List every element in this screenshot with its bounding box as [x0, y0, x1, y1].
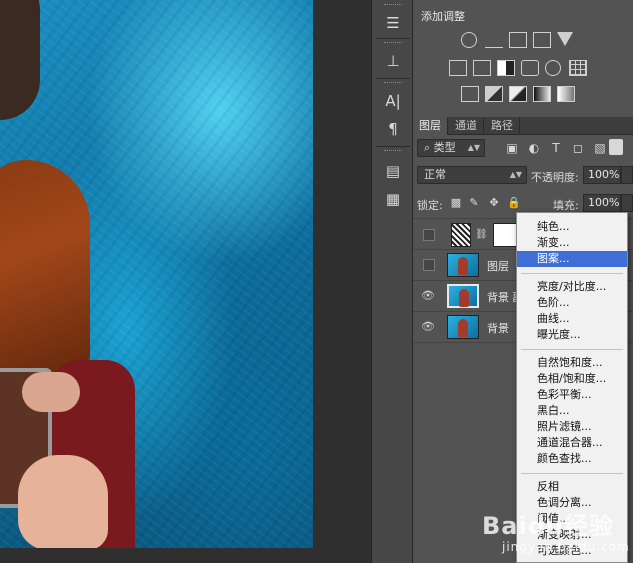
menu-item-black-white[interactable]: 黑白... — [517, 403, 627, 419]
menu-item-channel-mixer[interactable]: 通道混合器... — [517, 435, 627, 451]
menu-item-solid-color[interactable]: 纯色... — [517, 219, 627, 235]
opacity-input[interactable]: 100% — [583, 166, 621, 184]
brightness-icon[interactable] — [461, 32, 477, 48]
menu-item-pattern[interactable]: 图案... — [517, 251, 627, 267]
layer-name: 图层 — [487, 260, 509, 273]
link-icon: ⛓ — [475, 229, 488, 240]
vibrance-icon[interactable] — [557, 32, 573, 46]
threshold-icon[interactable] — [509, 86, 527, 102]
layer-filter-label: 类型 — [433, 141, 456, 154]
layer-comps-icon[interactable]: ▦ — [380, 188, 406, 210]
menu-divider — [521, 473, 623, 474]
menu-item-brightness-contrast[interactable]: 亮度/对比度... — [517, 279, 627, 295]
layer-filter-row: ⌕ 类型 ▲▼ ▣ ◐ T ◻ ▧ — [413, 136, 633, 160]
dock-grip[interactable] — [384, 4, 402, 7]
gradient-map-icon[interactable] — [533, 86, 551, 102]
dock-divider — [376, 38, 410, 39]
layer-name: 背景 — [487, 322, 509, 335]
blend-mode-select[interactable]: 正常 ▲▼ — [417, 166, 527, 184]
filter-toggle[interactable] — [609, 139, 623, 155]
menu-item-hue-saturation[interactable]: 色相/饱和度... — [517, 371, 627, 387]
exposure-icon[interactable] — [533, 32, 551, 48]
levels-icon[interactable] — [485, 32, 503, 48]
channel-mixer-icon[interactable] — [545, 60, 561, 76]
tab-channels[interactable]: 通道 — [449, 117, 484, 135]
layer-filter-select[interactable]: ⌕ 类型 ▲▼ — [417, 139, 485, 157]
menu-divider — [521, 273, 623, 274]
layer-thumbnail — [447, 284, 479, 308]
eye-icon[interactable]: 👁 — [421, 320, 435, 334]
layer-thumbnail — [447, 253, 479, 277]
opacity-dropdown[interactable] — [621, 166, 633, 184]
adjustments-row-3 — [413, 86, 633, 104]
paragraph-icon[interactable]: ¶ — [380, 118, 406, 140]
dock-divider — [376, 146, 410, 147]
character-icon[interactable]: A| — [380, 90, 406, 112]
menu-item-curves[interactable]: 曲线... — [517, 311, 627, 327]
fill-input[interactable]: 100% — [583, 194, 621, 212]
menu-item-color-balance[interactable]: 色彩平衡... — [517, 387, 627, 403]
color-balance-icon[interactable] — [473, 60, 491, 76]
curves-icon[interactable] — [509, 32, 527, 48]
dock-grip[interactable] — [384, 150, 402, 153]
photo-hair — [0, 160, 90, 390]
thumbnail-figure — [458, 319, 468, 337]
color-lookup-icon[interactable] — [569, 60, 587, 76]
watermark-url: jingyan.baidu.com — [502, 540, 630, 554]
dock-divider — [376, 78, 410, 79]
photo-filter-icon[interactable] — [521, 60, 539, 76]
clone-source-icon[interactable]: ⊥ — [380, 50, 406, 72]
layers-panel-tabs: 图层 通道 路径 — [413, 117, 633, 135]
notes-icon[interactable]: ▤ — [380, 160, 406, 182]
menu-item-color-lookup[interactable]: 颜色查找... — [517, 451, 627, 467]
blend-opacity-row: 正常 ▲▼ 不透明度: 100% — [413, 163, 633, 187]
menu-item-levels[interactable]: 色阶... — [517, 295, 627, 311]
dock-grip[interactable] — [384, 42, 402, 45]
fill-label: 填充: — [553, 199, 579, 212]
chevron-down-icon: ▲▼ — [467, 143, 480, 152]
baidu-watermark: Baidu经验 jingyan.baidu.com — [482, 506, 632, 562]
selective-color-icon[interactable] — [557, 86, 575, 102]
menu-divider — [521, 349, 623, 350]
adjustments-title: 添加调整 — [421, 10, 465, 23]
tab-layers[interactable]: 图层 — [413, 117, 448, 135]
chevron-down-icon: ▲▼ — [509, 170, 522, 179]
layer-visibility-toggle[interactable] — [423, 229, 435, 241]
posterize-icon[interactable] — [485, 86, 503, 102]
blend-mode-value: 正常 — [424, 168, 446, 181]
menu-item-gradient[interactable]: 渐变... — [517, 235, 627, 251]
photo-hand-top — [22, 372, 80, 412]
watermark-logo: Baidu经验 — [482, 512, 614, 540]
pattern-thumbnail — [451, 223, 471, 247]
photo-hand — [18, 455, 108, 548]
black-white-icon[interactable] — [497, 60, 515, 76]
thumbnail-figure — [459, 289, 469, 307]
invert-icon[interactable] — [461, 86, 479, 102]
document-canvas[interactable] — [0, 0, 313, 548]
canvas-pasteboard — [0, 548, 313, 563]
menu-item-invert[interactable]: 反相 — [517, 479, 627, 495]
workspace-gutter — [313, 0, 371, 563]
opacity-label: 不透明度: — [531, 171, 579, 184]
layer-visibility-toggle[interactable] — [423, 259, 435, 271]
search-icon: ⌕ — [424, 141, 434, 154]
fill-dropdown[interactable] — [621, 194, 633, 212]
lock-label: 锁定: — [417, 199, 443, 212]
layer-thumbnail — [447, 315, 479, 339]
eye-icon[interactable]: 👁 — [421, 289, 435, 303]
adjustments-row-2 — [413, 60, 633, 78]
menu-item-exposure[interactable]: 曝光度... — [517, 327, 627, 343]
lock-all-icon[interactable]: 🔒 — [501, 192, 527, 214]
thumbnail-figure — [458, 257, 468, 275]
panel-dock-strip: ☰ ⊥ A| ¶ ▤ ▦ — [371, 0, 413, 563]
history-icon[interactable]: ☰ — [380, 12, 406, 34]
tab-paths[interactable]: 路径 — [485, 117, 520, 135]
adjustments-row-1 — [413, 32, 633, 50]
menu-item-vibrance[interactable]: 自然饱和度... — [517, 355, 627, 371]
hue-saturation-icon[interactable] — [449, 60, 467, 76]
menu-item-photo-filter[interactable]: 照片滤镜... — [517, 419, 627, 435]
dock-grip[interactable] — [384, 82, 402, 85]
